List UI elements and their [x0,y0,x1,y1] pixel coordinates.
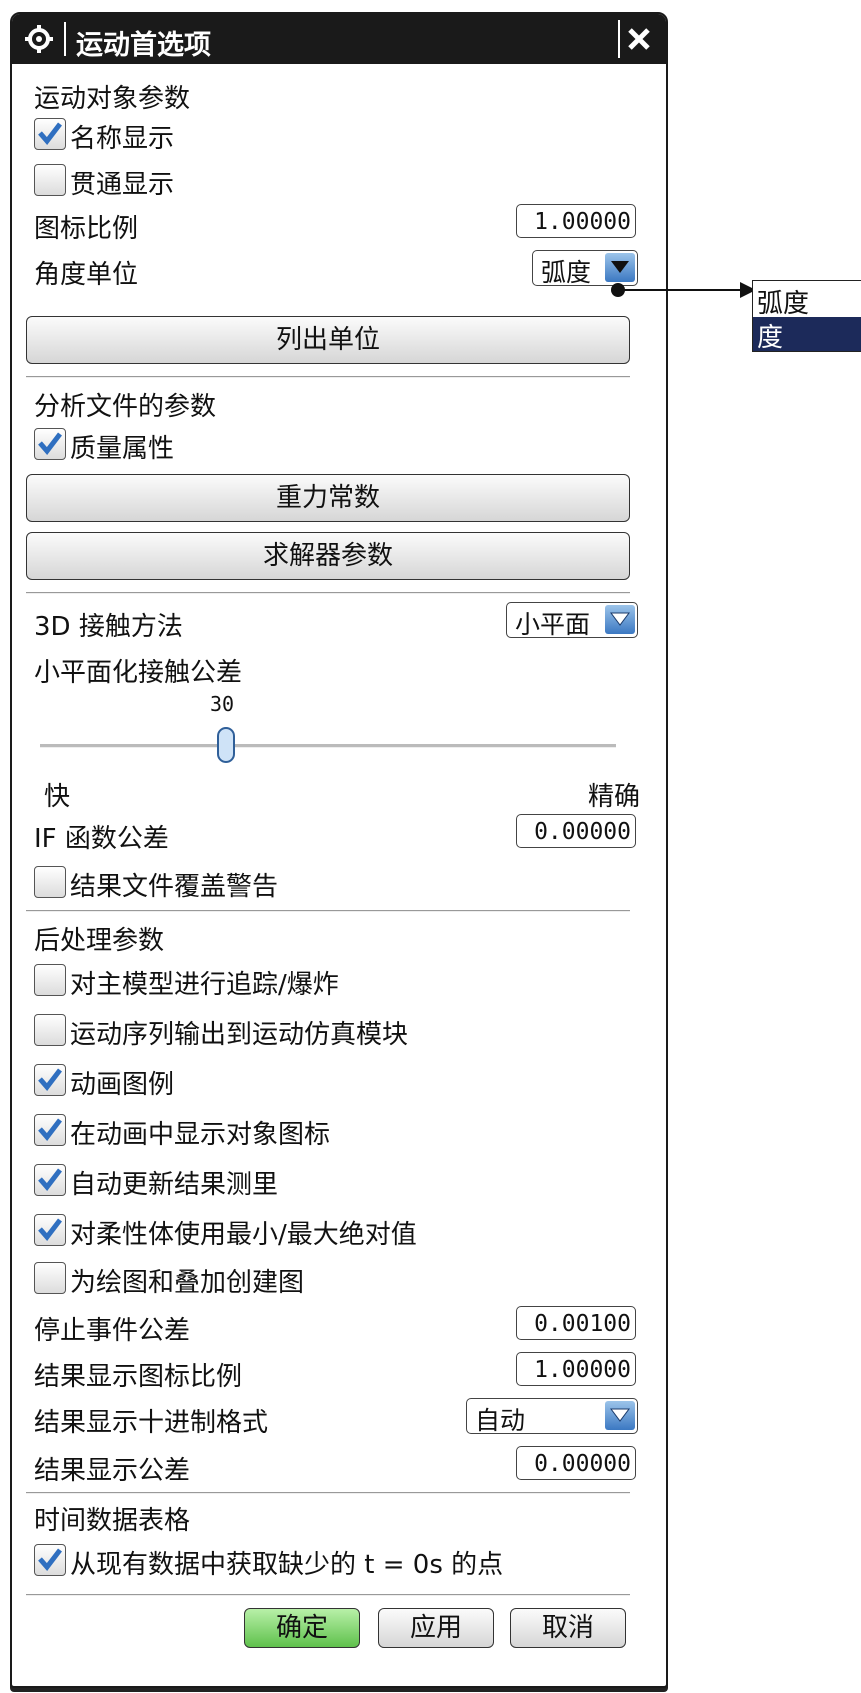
facet-tolerance-slider[interactable] [40,744,616,748]
label-result-overwrite: 结果文件覆盖警告 [70,872,279,902]
checkbox-flex-minmax[interactable] [34,1214,66,1246]
checkbox-missing-points[interactable] [34,1544,66,1576]
ok-button[interactable]: 确定 [244,1608,360,1648]
title-bar: 运动首选项 [12,14,666,64]
divider [26,910,630,912]
label-stop-tolerance: 停止事件公差 [34,1316,191,1346]
checkbox-result-overwrite[interactable] [34,866,66,898]
label-seq-output: 运动序列输出到运动仿真模块 [70,1020,409,1050]
slider-value: 30 [210,692,235,716]
solver-params-button[interactable]: 求解器参数 [26,532,630,580]
divider [26,1594,630,1596]
gear-icon [25,25,53,53]
label-trace-explode: 对主模型进行追踪/爆炸 [70,970,339,1000]
label-result-icon-scale: 结果显示图标比例 [34,1362,243,1392]
label-icon-scale: 图标比例 [34,214,139,244]
section-post-processing: 后处理参数 [34,926,165,956]
result-icon-scale-field[interactable]: 1.00000 [516,1352,636,1386]
label-missing-points: 从现有数据中获取缺少的 t = 0s 的点 [70,1550,504,1580]
label-auto-update: 自动更新结果测里 [70,1170,279,1200]
checkbox-through-display[interactable] [34,164,66,196]
slider-handle-icon[interactable] [216,726,236,764]
label-mass-properties: 质量属性 [70,434,175,464]
checkbox-seq-output[interactable] [34,1014,66,1046]
stop-tolerance-field[interactable]: 0.00100 [516,1306,636,1340]
close-button[interactable] [618,20,658,58]
chevron-down-icon[interactable] [605,605,635,634]
slider-left-label: 快 [44,782,71,812]
angle-unit-dropdown-list: 弧度 度 [752,280,861,353]
section-analysis: 分析文件的参数 [34,392,217,422]
checkbox-mass-properties[interactable] [34,428,66,460]
callout-arrow-icon [611,282,756,298]
checkbox-name-display[interactable] [34,118,66,150]
close-icon [628,28,650,50]
slider-right-label: 精确 [588,782,641,812]
section-time-data: 时间数据表格 [34,1506,191,1536]
section-motion-object: 运动对象参数 [34,84,191,114]
label-decimal-format: 结果显示十进制格式 [34,1408,269,1438]
list-units-button[interactable]: 列出单位 [26,316,630,364]
option-radian[interactable]: 弧度 [757,283,809,320]
divider [26,1492,630,1494]
apply-button[interactable]: 应用 [378,1608,494,1648]
checkbox-trace-explode[interactable] [34,964,66,996]
if-tolerance-field[interactable]: 0.00000 [516,814,636,848]
chevron-down-icon[interactable] [605,1401,635,1430]
label-flex-minmax: 对柔性体使用最小/最大绝对值 [70,1220,417,1250]
label-result-tolerance: 结果显示公差 [34,1456,191,1486]
contact-method-value: 小平面 [515,610,591,639]
dialog-title: 运动首选项 [76,30,211,61]
cancel-button[interactable]: 取消 [510,1608,626,1648]
icon-scale-field[interactable]: 1.00000 [516,204,636,238]
option-degree[interactable]: 度 [753,317,861,353]
label-facet-tolerance: 小平面化接触公差 [34,658,243,688]
result-tolerance-field[interactable]: 0.00000 [516,1446,636,1480]
label-through-display: 贯通显示 [70,170,175,200]
checkbox-show-icons[interactable] [34,1114,66,1146]
label-name-display: 名称显示 [70,124,175,154]
decimal-format-value: 自动 [475,1406,526,1435]
label-show-icons: 在动画中显示对象图标 [70,1120,331,1150]
checkbox-anim-legend[interactable] [34,1064,66,1096]
label-if-tolerance: IF 函数公差 [34,824,169,854]
divider [26,376,630,378]
label-plot-overlay: 为绘图和叠加创建图 [70,1268,305,1298]
angle-unit-value: 弧度 [541,258,592,287]
decimal-format-select[interactable]: 自动 [466,1398,638,1435]
contact-method-select[interactable]: 小平面 [506,602,638,639]
checkbox-plot-overlay[interactable] [34,1262,66,1294]
label-angle-unit: 角度单位 [34,260,139,290]
divider [26,592,630,594]
checkbox-auto-update[interactable] [34,1164,66,1196]
label-anim-legend: 动画图例 [70,1070,175,1100]
label-contact-method: 3D 接触方法 [34,612,183,642]
gravity-constant-button[interactable]: 重力常数 [26,474,630,522]
